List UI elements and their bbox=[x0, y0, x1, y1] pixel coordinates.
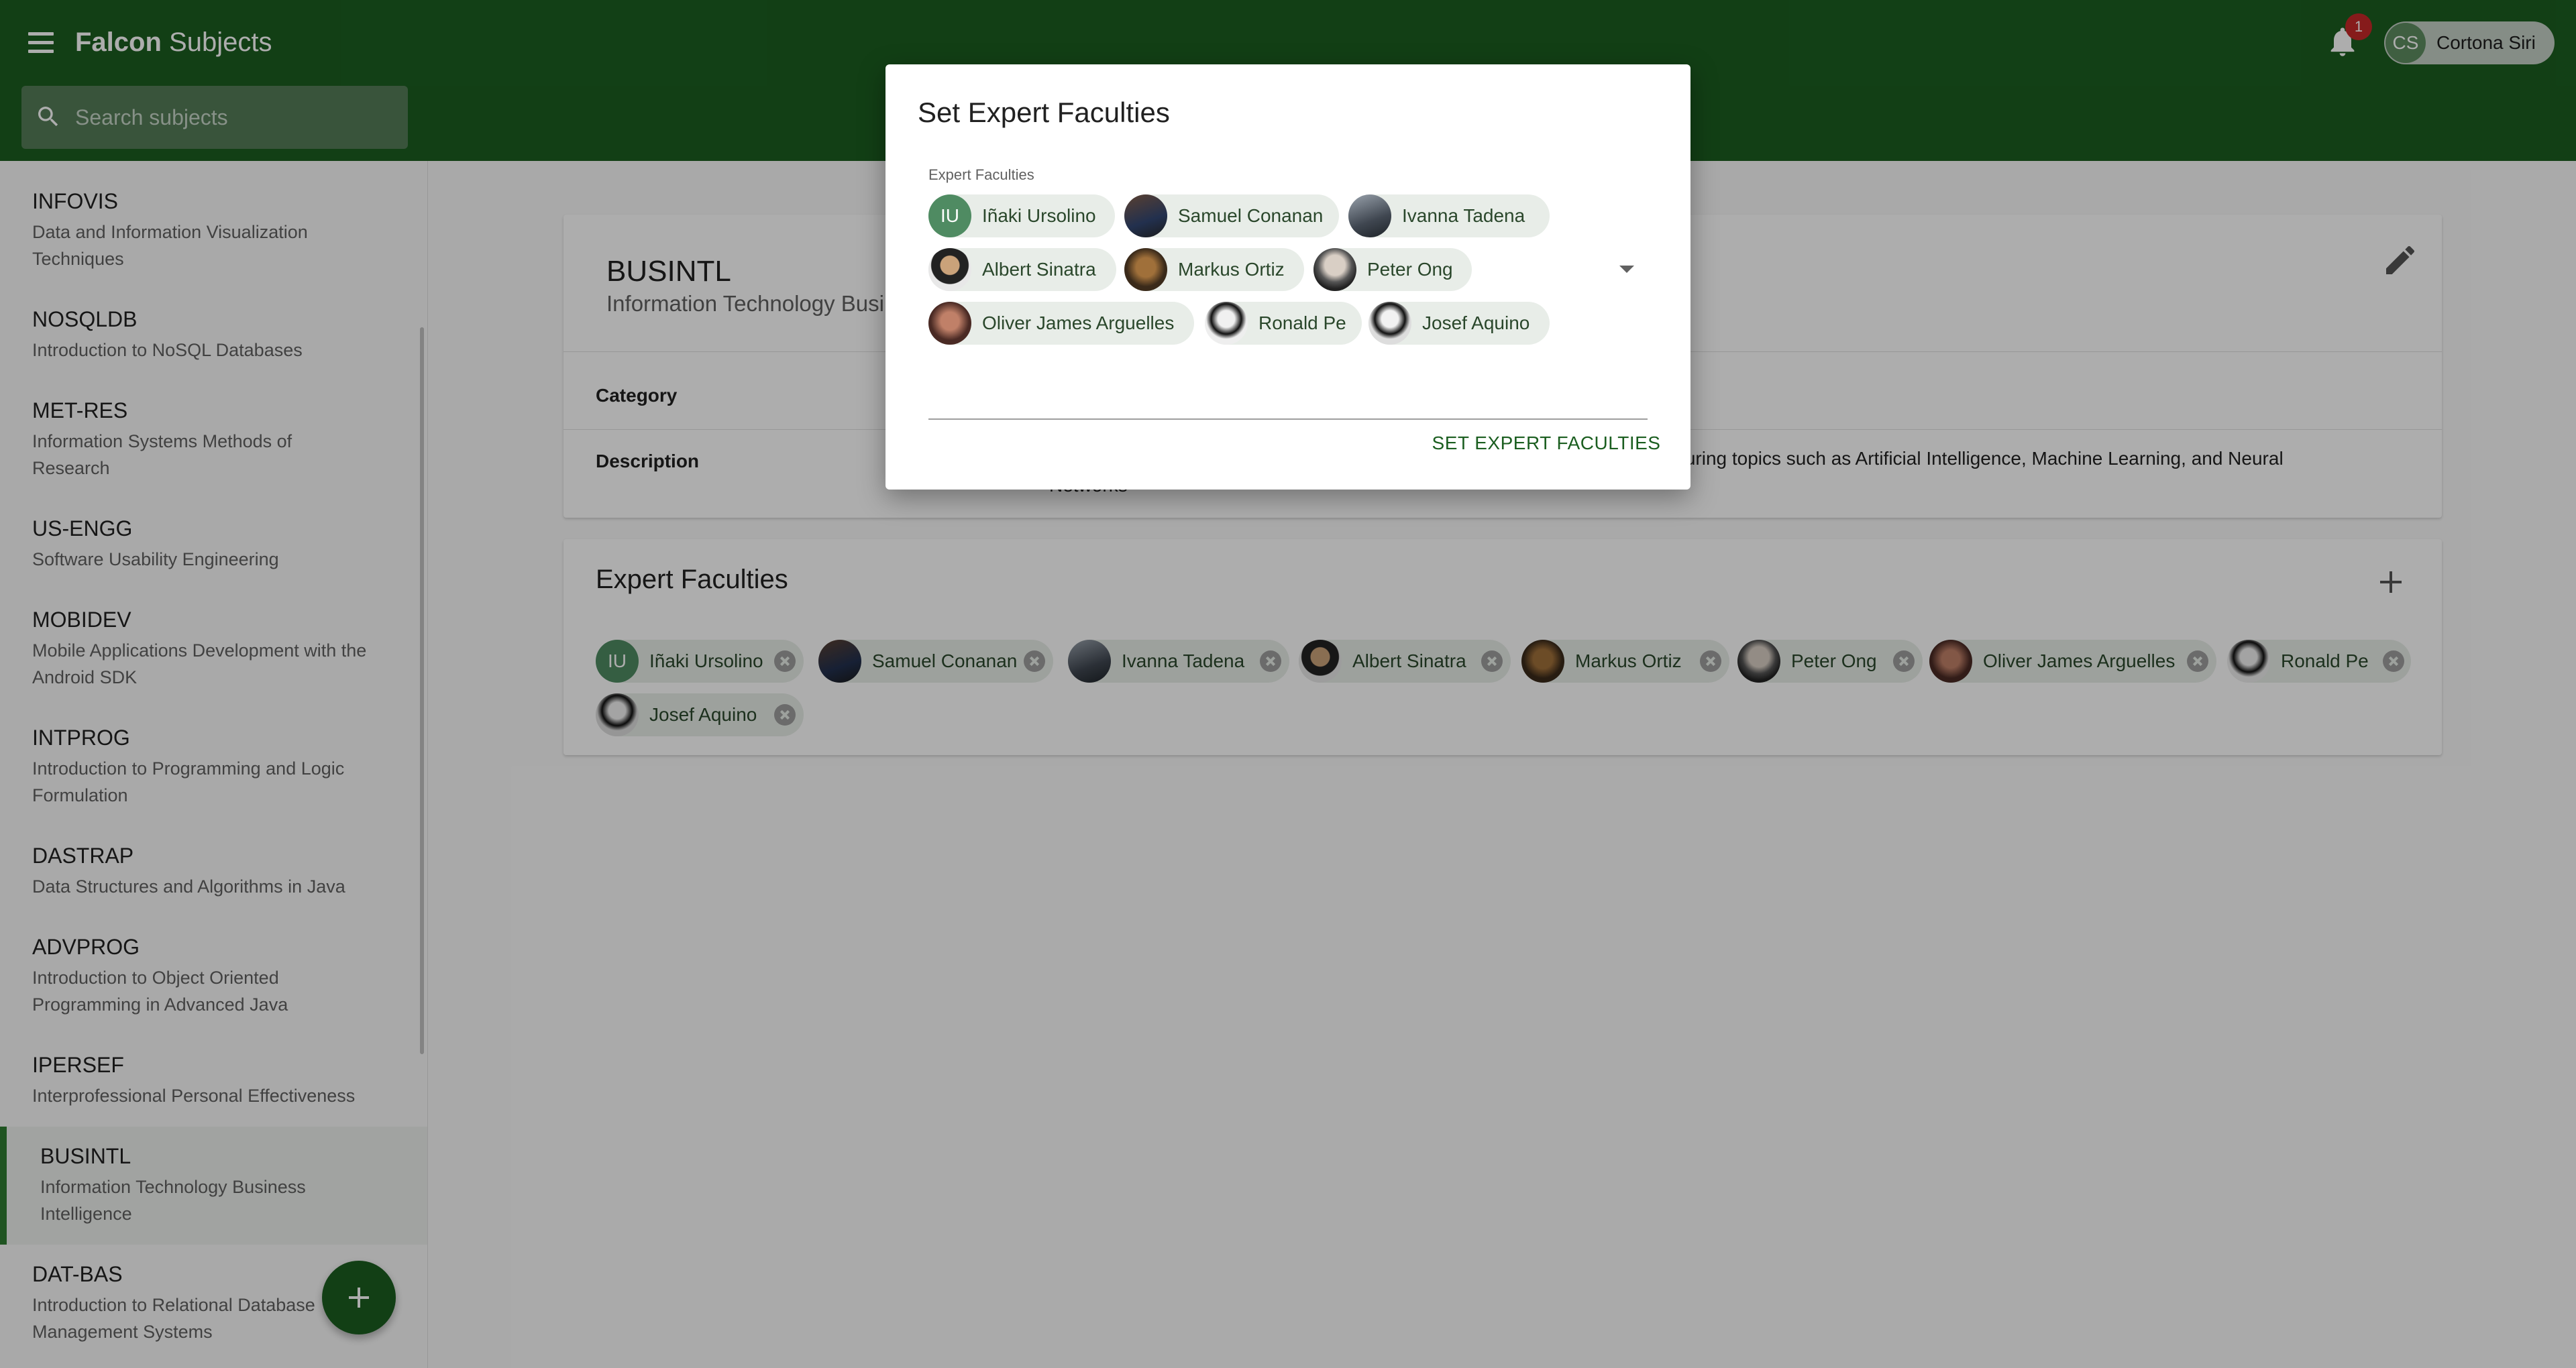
avatar bbox=[1368, 302, 1411, 345]
chip-label: Oliver James Arguelles bbox=[982, 312, 1175, 333]
dialog-title: Set Expert Faculties bbox=[918, 97, 1170, 128]
field-label: Expert Faculties bbox=[928, 166, 1034, 183]
chip-label: Peter Ong bbox=[1367, 259, 1453, 280]
chip-label: Markus Ortiz bbox=[1178, 259, 1285, 280]
chip-label: Iñaki Ursolino bbox=[982, 205, 1096, 226]
selected-faculty-chip[interactable]: Peter Ong bbox=[1313, 248, 1472, 291]
chip-label: Ivanna Tadena bbox=[1402, 205, 1525, 226]
avatar bbox=[1124, 248, 1167, 291]
avatar bbox=[1313, 248, 1356, 291]
selected-faculty-chip[interactable]: Markus Ortiz bbox=[1124, 248, 1304, 291]
set-expert-faculties-button[interactable]: SET EXPERT FACULTIES bbox=[1422, 426, 1670, 460]
selected-faculty-chip[interactable]: Ronald Pe bbox=[1205, 302, 1362, 345]
expert-faculties-select[interactable]: IU Iñaki Ursolino Samuel Conanan Ivanna … bbox=[928, 192, 1648, 420]
avatar bbox=[928, 302, 971, 345]
avatar bbox=[1348, 194, 1391, 237]
dropdown-arrow-icon[interactable] bbox=[1619, 266, 1634, 273]
chip-label: Samuel Conanan bbox=[1178, 205, 1324, 226]
set-expert-faculties-dialog: Set Expert Faculties Expert Faculties IU… bbox=[885, 64, 1690, 490]
selected-faculty-chip[interactable]: IU Iñaki Ursolino bbox=[928, 194, 1115, 237]
selected-faculty-chip[interactable]: Ivanna Tadena bbox=[1348, 194, 1550, 237]
selected-faculty-chip[interactable]: Josef Aquino bbox=[1368, 302, 1550, 345]
selected-faculty-chip[interactable]: Oliver James Arguelles bbox=[928, 302, 1194, 345]
selected-faculty-chip[interactable]: Albert Sinatra bbox=[928, 248, 1116, 291]
chip-label: Josef Aquino bbox=[1422, 312, 1530, 333]
chip-label: Albert Sinatra bbox=[982, 259, 1096, 280]
avatar bbox=[1124, 194, 1167, 237]
avatar bbox=[1205, 302, 1248, 345]
chip-label: Ronald Pe bbox=[1258, 312, 1346, 333]
avatar bbox=[928, 248, 971, 291]
selected-faculty-chip[interactable]: Samuel Conanan bbox=[1124, 194, 1339, 237]
avatar: IU bbox=[928, 194, 971, 237]
